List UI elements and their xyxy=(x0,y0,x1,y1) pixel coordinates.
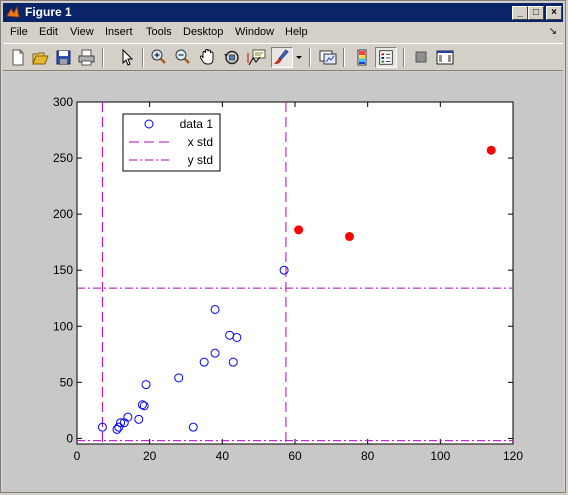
menu-view[interactable]: View xyxy=(70,26,94,38)
y-tick-label: 200 xyxy=(53,207,73,221)
highlighted-point xyxy=(486,145,496,155)
y-tick-label: 100 xyxy=(53,319,73,333)
zoom-in-icon[interactable] xyxy=(148,47,170,68)
colorbar-icon[interactable] xyxy=(351,47,373,68)
legend-label: y std xyxy=(188,153,213,167)
toolbar-separator xyxy=(343,48,345,67)
title-bar[interactable]: Figure 1 _ □ × xyxy=(3,3,563,22)
legend-box[interactable]: data 1 x std y std xyxy=(122,113,221,172)
brush-dropdown-icon[interactable] xyxy=(293,47,305,68)
toolbar-separator xyxy=(142,48,144,67)
legend-label: data 1 xyxy=(180,117,214,131)
scatter-plot[interactable]: 0 20 40 60 80 100 120 0 50 100 150 200 250 300 data 1… xyxy=(3,72,563,492)
menu-desktop[interactable]: Desktop xyxy=(183,26,223,38)
toolbar-separator xyxy=(403,48,405,67)
figure-canvas: 0 20 40 60 80 100 120 0 50 100 150 200 250 300 data 1… xyxy=(3,72,563,492)
save-icon[interactable] xyxy=(53,47,75,68)
menu-help[interactable]: Help xyxy=(285,26,308,38)
toolbar-separator xyxy=(102,48,104,67)
y-tick-label: 300 xyxy=(53,95,73,109)
figure-window: Figure 1 _ □ × File Edit View Insert Too… xyxy=(0,0,566,493)
minimize-icon: _ xyxy=(517,7,523,18)
show-plot-tools-icon[interactable] xyxy=(434,47,456,68)
x-tick-label: 0 xyxy=(74,449,81,463)
select-arrow-icon[interactable] xyxy=(116,47,138,68)
menu-tools[interactable]: Tools xyxy=(146,26,172,38)
dock-arrow-icon[interactable]: ↘ xyxy=(549,26,557,37)
data-cursor-icon[interactable] xyxy=(246,47,268,68)
y-tick-label: 50 xyxy=(60,375,74,389)
x-tick-label: 60 xyxy=(288,449,302,463)
legend-label: x std xyxy=(188,135,213,149)
hide-plot-tools-icon[interactable] xyxy=(410,47,432,68)
minimize-button[interactable]: _ xyxy=(512,6,528,20)
menu-bar: File Edit View Insert Tools Desktop Wind… xyxy=(3,23,563,42)
brush-icon[interactable] xyxy=(271,47,293,68)
close-button[interactable]: × xyxy=(546,6,562,20)
close-icon: × xyxy=(551,7,557,18)
x-tick-label: 80 xyxy=(361,449,375,463)
matlab-icon xyxy=(6,5,20,18)
highlighted-point xyxy=(345,232,354,242)
link-plot-icon[interactable] xyxy=(317,47,339,68)
y-tick-label: 150 xyxy=(53,263,73,277)
y-tick-label: 250 xyxy=(53,151,73,165)
y-tick-label: 0 xyxy=(66,431,73,445)
print-icon[interactable] xyxy=(76,47,98,68)
x-tick-label: 40 xyxy=(216,449,230,463)
menu-insert[interactable]: Insert xyxy=(105,26,133,38)
x-tick-label: 20 xyxy=(143,449,157,463)
zoom-out-icon[interactable] xyxy=(172,47,194,68)
open-file-icon[interactable] xyxy=(30,47,52,68)
maximize-button[interactable]: □ xyxy=(528,6,544,20)
window-title: Figure 1 xyxy=(25,5,72,19)
x-tick-label: 120 xyxy=(503,449,523,463)
x-tick-label: 100 xyxy=(430,449,450,463)
rotate-3d-icon[interactable] xyxy=(221,47,243,68)
menu-edit[interactable]: Edit xyxy=(39,26,58,38)
legend-icon[interactable] xyxy=(375,47,397,68)
figure-toolbar xyxy=(3,43,563,71)
menu-file[interactable]: File xyxy=(10,26,28,38)
highlighted-point xyxy=(294,225,304,235)
maximize-icon: □ xyxy=(532,7,540,18)
menu-window[interactable]: Window xyxy=(235,26,274,38)
new-file-icon[interactable] xyxy=(7,47,29,68)
toolbar-separator xyxy=(309,48,311,67)
pan-hand-icon[interactable] xyxy=(197,47,219,68)
